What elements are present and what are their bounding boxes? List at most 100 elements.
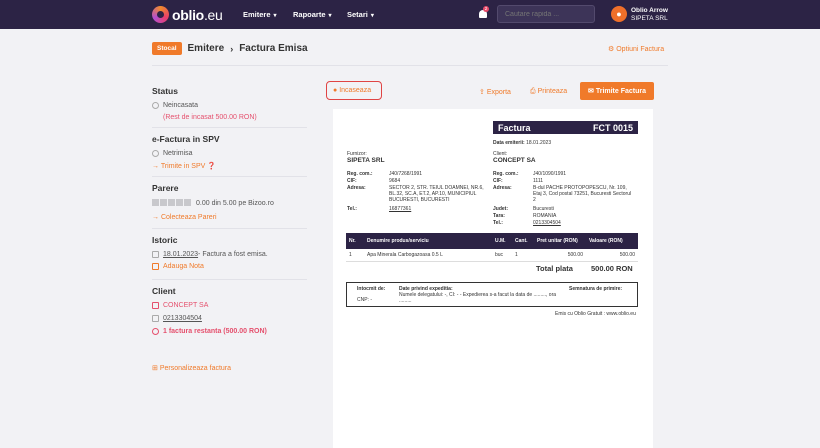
supplier-name: SIPETA SRL	[347, 157, 385, 164]
intocmit-label: Intocmit de:	[357, 286, 386, 292]
supplier-tel-label: Tel.:	[347, 206, 357, 212]
add-note-icon	[152, 263, 159, 270]
breadcrumb-separator-icon: ›	[230, 43, 234, 54]
chevron-down-icon: ▾	[370, 13, 374, 19]
notifications-bell-icon[interactable]: 2	[478, 6, 489, 19]
invoice-header: Factura FCT 0015	[493, 121, 638, 134]
client-name: CONCEPT SA	[493, 157, 536, 164]
status-rest: (Rest de incasat 500.00 RON)	[163, 114, 257, 121]
item-qty: 1	[512, 249, 534, 262]
collect-reviews-link[interactable]: → Colecteaza Pareri	[152, 214, 274, 221]
status-title: Status	[152, 86, 178, 96]
invoice-title: Factura	[498, 123, 531, 133]
client-judet-label: Judet:	[493, 206, 508, 212]
divider	[152, 127, 307, 128]
client-tel: 0213304504	[533, 220, 561, 226]
printer-icon: ⎙	[530, 88, 536, 95]
add-note-link[interactable]: Adauga Nota	[152, 263, 268, 270]
print-button[interactable]: ⎙ Printeaza	[530, 88, 567, 96]
menu-rapoarte[interactable]: Rapoarte ▾	[293, 10, 332, 19]
gear-icon: ⚙	[608, 46, 615, 53]
notification-count-badge: 2	[483, 6, 489, 12]
note-icon	[152, 251, 159, 258]
col-um: U.M.	[492, 233, 512, 249]
breadcrumb-emitere[interactable]: Emitere	[188, 43, 225, 54]
client-tara-label: Tara:	[493, 213, 505, 219]
divider	[152, 176, 307, 177]
menu-emitere[interactable]: Emitere ▾	[243, 10, 277, 19]
company-tag[interactable]: Stocal	[152, 42, 182, 55]
divider	[152, 279, 307, 280]
client-address-label: Adresa:	[493, 185, 512, 191]
collect-payment-button[interactable]: ● Incaseaza	[326, 81, 382, 100]
client-title: Client	[152, 286, 176, 296]
supplier-reg: J40/7268/1991	[389, 171, 423, 177]
istoric-title: Istoric	[152, 235, 178, 245]
personalize-invoice-link[interactable]: ⊞ Personalizeaza factura	[152, 364, 231, 372]
col-nr: Nr.	[346, 233, 364, 249]
history-text: - Factura a fost emisa.	[198, 251, 268, 258]
col-pret: Pret unitar (RON)	[534, 233, 586, 249]
client-overdue[interactable]: 1 factura restanta (500.00 RON)	[163, 328, 267, 335]
date-label: Data emiterii:	[493, 140, 525, 146]
history-date[interactable]: 18.01.2023	[163, 251, 198, 258]
spv-title: e-Factura in SPV	[152, 134, 220, 144]
client-name-link[interactable]: CONCEPT SA	[163, 302, 208, 309]
signature-box: Intocmit de: CNP: - Date privind expedit…	[346, 282, 638, 307]
breadcrumb: Stocal Emitere › Factura Emisa	[152, 42, 308, 55]
user-avatar[interactable]: ●	[611, 6, 627, 22]
spv-value: Netrimisa	[163, 150, 193, 157]
client-cif-label: CIF:	[493, 178, 503, 184]
export-button[interactable]: ⇪ Exporta	[479, 88, 511, 96]
supplier-reg-label: Reg. com.:	[347, 171, 373, 177]
logo-icon	[152, 6, 169, 23]
signature-label: Semnatura de primire:	[569, 286, 623, 292]
arrow-right-icon: →	[152, 163, 159, 170]
mail-icon: ✉	[588, 88, 594, 95]
oblio-logo[interactable]: oblio.eu	[152, 6, 223, 23]
send-invoice-button[interactable]: ✉ Trimite Factura	[580, 82, 654, 100]
logo-text: oblio.eu	[172, 6, 223, 23]
parere-title: Parere	[152, 183, 179, 193]
total-value: 500.00 RON	[591, 264, 633, 273]
parere-section: Parere 0.00 din 5.00 pe Bizoo.ro → Colec…	[152, 183, 274, 221]
arrow-right-icon: →	[152, 214, 159, 221]
invoice-options-link[interactable]: ⚙ Optiuni Factura	[608, 45, 664, 53]
col-cant: Cant.	[512, 233, 534, 249]
invoice-items-table: Nr. Denumire produs/serviciu U.M. Cant. …	[346, 233, 638, 262]
istoric-section: Istoric 18.01.2023 - Factura a fost emis…	[152, 235, 268, 270]
clock-icon	[152, 102, 159, 109]
plus-square-icon: ⊞	[152, 365, 158, 372]
supplier-address-label: Adresa:	[347, 185, 366, 191]
phone-icon	[152, 315, 159, 322]
user-menu[interactable]: Oblio Arrow SIPETA SRL	[631, 7, 668, 23]
table-row: 1 Apa Minerala Carbogazoasa 0.5 L buc 1 …	[346, 249, 638, 262]
supplier-address: SECTOR 2, STR. TEIUL DOAMNEI, NR.6, BL.3…	[389, 185, 484, 203]
client-phone[interactable]: 0213304504	[163, 315, 202, 322]
help-icon[interactable]: ❓	[207, 163, 216, 170]
menu-setari[interactable]: Setari ▾	[347, 10, 374, 19]
warning-icon	[152, 328, 159, 335]
divider	[152, 228, 307, 229]
supplier-tel: 16877361	[389, 206, 412, 212]
building-icon	[152, 302, 159, 309]
rating-value: 0.00 din 5.00 pe Bizoo.ro	[196, 200, 274, 207]
top-navbar: oblio.eu Emitere▾ Rapoarte▾ Setari▾ 2 ● …	[0, 0, 820, 29]
client-judet: Bucuresti	[533, 206, 554, 212]
client-reg: J40/1090/1991	[533, 171, 567, 177]
export-icon: ⇪	[479, 89, 485, 96]
invoice-number: FCT 0015	[592, 123, 633, 133]
invoice-document: Factura FCT 0015 Data emiterii: 18.01.20…	[333, 109, 653, 448]
total-label: Total plata	[536, 264, 573, 273]
send-spv-link[interactable]: → Trimite in SPV ❓	[152, 162, 220, 170]
item-nr: 1	[346, 249, 364, 262]
status-value: Neincasata	[163, 102, 199, 109]
spv-section: e-Factura in SPV Netrimisa → Trimite in …	[152, 134, 220, 170]
user-name: Oblio Arrow	[631, 7, 668, 14]
invoice-footer: Emis cu Oblio Gratuit : www.oblio.eu	[555, 311, 636, 317]
expeditie-text: Numele delegatului: -, CI: - - Expediere…	[399, 292, 557, 304]
invoice-date: 18.01.2023	[526, 140, 552, 146]
quick-search-input[interactable]	[497, 5, 595, 23]
client-address: B-dul PACHE PROTOPOPESCU, Nr. 109, Etaj …	[533, 185, 632, 203]
clock-icon	[152, 150, 159, 157]
